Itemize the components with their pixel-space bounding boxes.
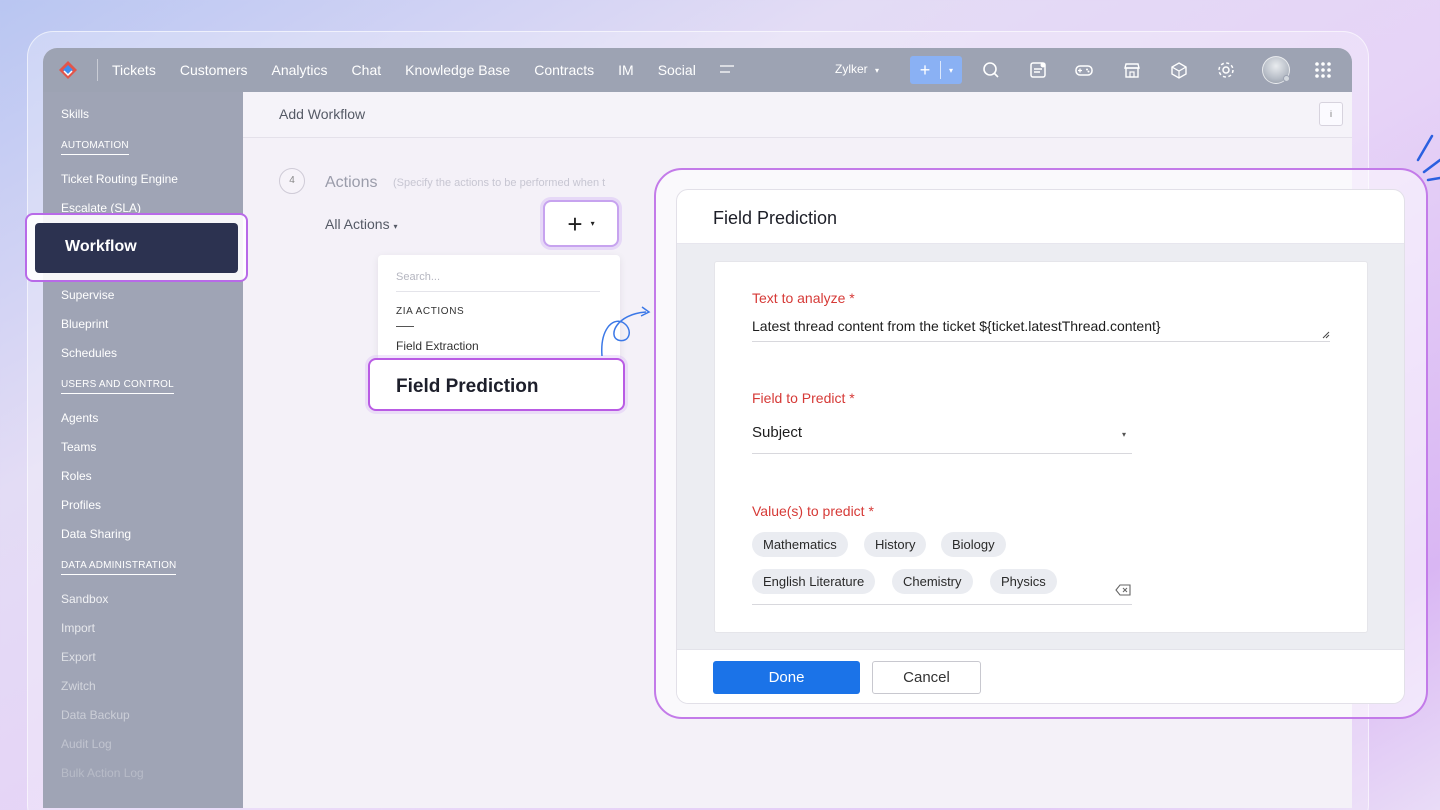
chevron-down-icon: ▾ bbox=[875, 66, 880, 75]
sidebar-item-workflow[interactable]: Workflow bbox=[35, 223, 238, 273]
field-to-predict-value: Subject bbox=[752, 424, 803, 441]
sidebar-header-users-and-control: USERS AND CONTROL bbox=[61, 379, 174, 394]
sidebar-header-data-administration: DATA ADMINISTRATION bbox=[61, 560, 177, 575]
sidebar-item-import[interactable]: Import bbox=[61, 621, 95, 635]
chevron-down-icon: ▾ bbox=[590, 219, 595, 228]
nav-divider bbox=[97, 59, 98, 81]
sidebar-item-audit-log[interactable]: Audit Log bbox=[61, 737, 112, 751]
sidebar-item-data-sharing[interactable]: Data Sharing bbox=[61, 527, 131, 541]
gamepad-icon[interactable] bbox=[1074, 60, 1094, 80]
value-chip[interactable]: Biology bbox=[941, 532, 1006, 557]
nav-knowledge-base[interactable]: Knowledge Base bbox=[405, 62, 510, 78]
search-icon[interactable] bbox=[981, 60, 1001, 80]
plus-icon: + bbox=[919, 59, 931, 80]
org-name: Zylker bbox=[835, 62, 868, 76]
sidebar-item-schedules[interactable]: Schedules bbox=[61, 346, 117, 360]
done-button[interactable]: Done bbox=[713, 661, 860, 694]
all-actions-filter[interactable]: All Actions ▾ bbox=[325, 216, 398, 232]
value-chip[interactable]: History bbox=[864, 532, 927, 557]
chips-underline bbox=[752, 604, 1132, 605]
field-prediction-dialog: Field Prediction Text to analyze * Lates… bbox=[676, 189, 1405, 704]
plus-icon: + bbox=[567, 208, 583, 239]
sidebar-item-ticket-routing-engine[interactable]: Ticket Routing Engine bbox=[61, 172, 178, 186]
menu-group-underline bbox=[396, 326, 414, 327]
nav-contracts[interactable]: Contracts bbox=[534, 62, 594, 78]
sidebar-item-blueprint[interactable]: Blueprint bbox=[61, 317, 108, 331]
sidebar-header-automation: AUTOMATION bbox=[61, 140, 129, 155]
gear-icon[interactable] bbox=[1216, 60, 1236, 80]
dialog-footer: Done Cancel bbox=[677, 649, 1404, 703]
sidebar-item-supervise[interactable]: Supervise bbox=[61, 288, 114, 302]
app-logo-icon[interactable] bbox=[57, 59, 79, 81]
clear-all-icon[interactable] bbox=[1115, 584, 1131, 596]
value-chip[interactable]: Chemistry bbox=[892, 569, 973, 594]
all-actions-label: All Actions bbox=[325, 216, 390, 232]
step-number: 4 bbox=[279, 168, 305, 194]
org-switcher[interactable]: Zylker ▾ bbox=[835, 62, 879, 76]
sidebar-item-data-backup[interactable]: Data Backup bbox=[61, 708, 130, 722]
cancel-button[interactable]: Cancel bbox=[872, 661, 981, 694]
chevron-down-icon: ▾ bbox=[1121, 430, 1126, 439]
page-title: Add Workflow bbox=[279, 106, 366, 122]
add-action-dropdown-button[interactable]: + ▾ bbox=[543, 200, 619, 247]
notes-icon[interactable] bbox=[1028, 60, 1048, 80]
step-title: Actions bbox=[325, 174, 378, 191]
text-to-analyze-value: Latest thread content from the ticket ${… bbox=[752, 318, 1161, 334]
sidebar-item-export[interactable]: Export bbox=[61, 650, 96, 664]
info-button[interactable]: i bbox=[1319, 102, 1343, 126]
nav-tickets[interactable]: Tickets bbox=[112, 62, 156, 78]
apps-grid-icon[interactable] bbox=[1313, 60, 1333, 80]
top-navigation-bar: Tickets Customers Analytics Chat Knowled… bbox=[43, 48, 1352, 92]
menu-item-field-prediction[interactable]: Field Prediction bbox=[368, 358, 625, 411]
value-chip[interactable]: Mathematics bbox=[752, 532, 848, 557]
nav-social[interactable]: Social bbox=[658, 62, 696, 78]
value-chip[interactable]: English Literature bbox=[752, 569, 876, 594]
sidebar-item-profiles[interactable]: Profiles bbox=[61, 498, 101, 512]
nav-analytics[interactable]: Analytics bbox=[272, 62, 328, 78]
menu-search-input[interactable]: Search... bbox=[396, 271, 600, 292]
chevron-down-icon[interactable]: ▾ bbox=[941, 66, 961, 75]
store-icon[interactable] bbox=[1122, 60, 1142, 80]
settings-sidebar: Skills AUTOMATION Ticket Routing Engine … bbox=[43, 92, 243, 808]
status-dot bbox=[1283, 75, 1290, 82]
field-to-predict-label: Field to Predict * bbox=[752, 390, 855, 406]
menu-lines-icon[interactable] bbox=[719, 61, 738, 79]
field-to-predict-select[interactable]: Subject ▾ bbox=[752, 424, 1132, 454]
sidebar-item-sandbox[interactable]: Sandbox bbox=[61, 592, 108, 606]
quick-add-button[interactable]: + ▾ bbox=[910, 56, 962, 84]
resize-handle-icon[interactable] bbox=[1322, 331, 1330, 339]
value-chip[interactable]: Physics bbox=[990, 569, 1057, 594]
sidebar-item-bulk-action-log[interactable]: Bulk Action Log bbox=[61, 766, 144, 780]
nav-chat[interactable]: Chat bbox=[352, 62, 382, 78]
sidebar-item-roles[interactable]: Roles bbox=[61, 469, 92, 483]
nav-customers[interactable]: Customers bbox=[180, 62, 248, 78]
dialog-body: Text to analyze * Latest thread content … bbox=[677, 244, 1404, 649]
nav-im[interactable]: IM bbox=[618, 62, 634, 78]
text-to-analyze-label: Text to analyze * bbox=[752, 290, 855, 306]
step-hint: (Specify the actions to be performed whe… bbox=[393, 177, 606, 189]
sidebar-item-teams[interactable]: Teams bbox=[61, 440, 96, 454]
sidebar-item-skills[interactable]: Skills bbox=[61, 107, 89, 121]
values-to-predict-label: Value(s) to predict * bbox=[752, 503, 874, 519]
menu-item-field-extraction[interactable]: Field Extraction bbox=[396, 339, 479, 353]
sidebar-item-agents[interactable]: Agents bbox=[61, 411, 98, 425]
menu-group-zia-actions: ZIA ACTIONS bbox=[396, 306, 465, 317]
form-card: Text to analyze * Latest thread content … bbox=[714, 261, 1368, 633]
sidebar-item-zwitch[interactable]: Zwitch bbox=[61, 679, 96, 693]
box-icon[interactable] bbox=[1169, 60, 1189, 80]
dialog-title: Field Prediction bbox=[677, 190, 1404, 244]
chevron-down-icon: ▾ bbox=[393, 222, 398, 231]
text-to-analyze-textarea[interactable]: Latest thread content from the ticket ${… bbox=[752, 318, 1330, 342]
actions-dropdown-menu: Search... ZIA ACTIONS Field Extraction bbox=[378, 255, 620, 365]
content-header: Add Workflow i bbox=[243, 92, 1352, 138]
sidebar-item-workflow-highlight: Workflow bbox=[25, 213, 248, 282]
